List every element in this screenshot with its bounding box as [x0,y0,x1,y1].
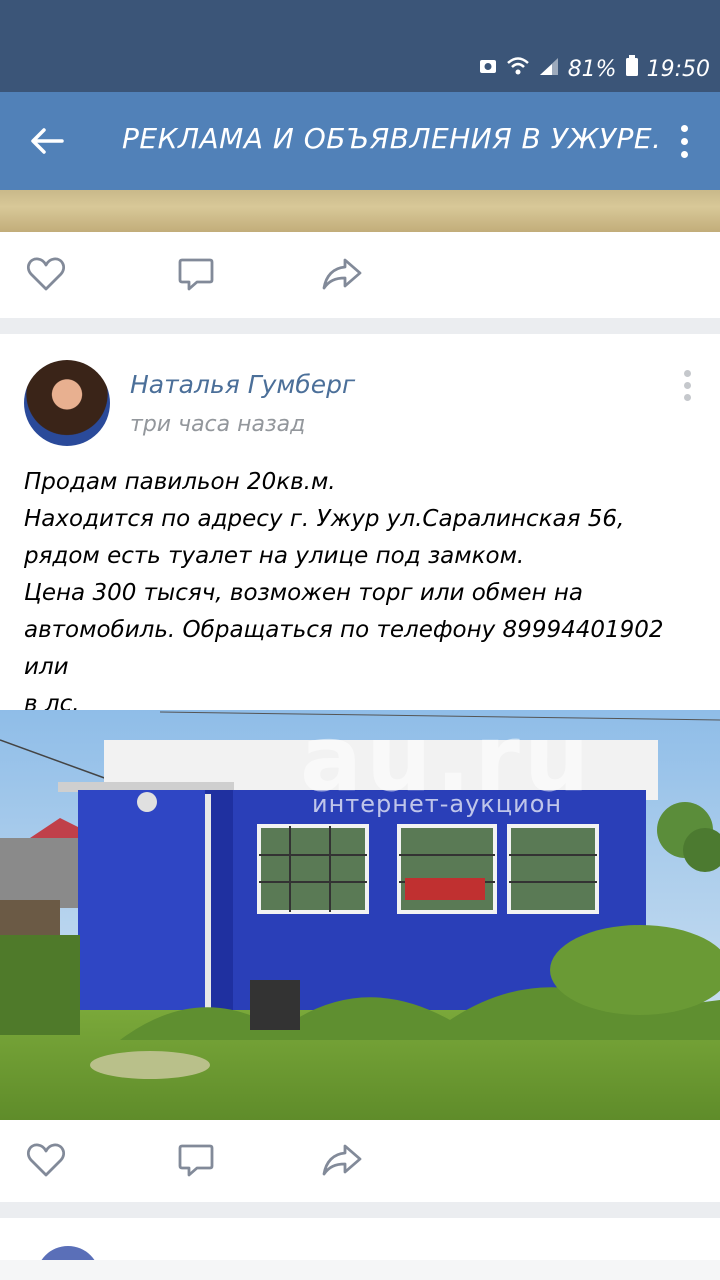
page-title: РЕКЛАМА И ОБЪЯВЛЕНИЯ В УЖУРЕ. [122,122,662,155]
post-header: Наталья Гумберг три часа назад [0,334,720,454]
next-post-card [0,1218,720,1280]
post-actions [0,1118,720,1204]
more-vert-icon [683,370,691,377]
status-bar: 81% 19:50 [0,0,720,92]
previous-post-image[interactable] [0,190,720,232]
battery-icon [625,55,639,83]
post-actions [0,232,720,318]
previous-post-footer [0,232,720,318]
signal-icon [538,56,560,82]
share-icon [322,258,362,290]
post-card: Наталья Гумберг три часа назад Продам па… [0,334,720,1202]
app-bar: РЕКЛАМА И ОБЪЯВЛЕНИЯ В УЖУРЕ. [0,92,720,190]
share-button[interactable] [320,254,364,294]
share-button[interactable] [320,1140,364,1180]
watermark-caption: интернет-аукцион [312,790,563,818]
more-vert-icon [680,124,688,132]
post-author[interactable]: Наталья Гумберг [130,370,355,399]
comment-icon [178,258,214,291]
comment-button[interactable] [174,254,218,294]
arrow-back-icon [31,128,64,154]
heart-icon [27,1143,65,1177]
feed-gap [0,318,720,334]
clock: 19:50 [646,56,710,82]
bottom-nav-edge [0,1260,720,1280]
post-time[interactable]: три часа назад [130,412,305,437]
more-menu-button[interactable] [666,118,702,164]
back-button[interactable] [22,116,72,166]
share-icon [322,1144,362,1176]
heart-icon [27,257,65,291]
status-indicators: 81% 19:50 [478,54,710,84]
like-button[interactable] [24,1140,68,1180]
screenshot-icon [478,56,498,82]
battery-percent: 81% [567,56,617,82]
avatar[interactable] [24,360,110,446]
post-text: Продам павильон 20кв.м. Находится по адр… [24,469,664,717]
comment-icon [178,1144,214,1177]
comment-button[interactable] [174,1140,218,1180]
post-photo[interactable]: au.ru интернет-аукцион [0,710,720,1120]
post-menu-button[interactable] [682,370,692,401]
wifi-icon [506,55,530,83]
like-button[interactable] [24,254,68,294]
